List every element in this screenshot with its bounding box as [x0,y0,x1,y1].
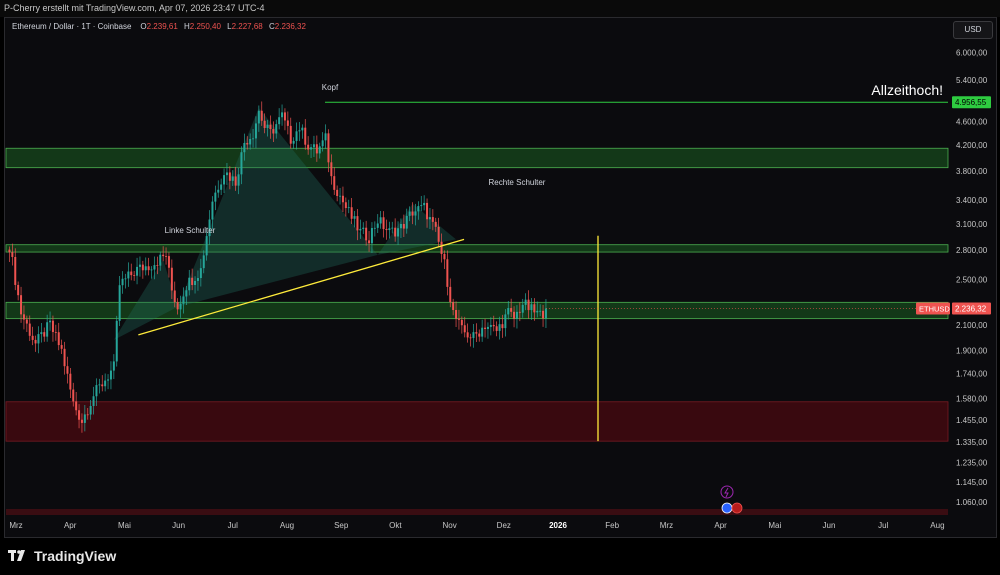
tradingview-logo[interactable]: TradingView [8,545,116,567]
ohlc-legend: Ethereum / Dollar · 1T · Coinbase O2.239… [12,22,310,31]
close-value: 2.236,32 [274,22,306,31]
chart-frame [4,17,997,538]
legend-spacer [134,22,138,31]
tradingview-brand: TradingView [34,548,117,564]
tradingview-logo-icon [8,550,25,561]
chart-credit: P-Cherry erstellt mit TradingView.com, A… [0,0,1000,17]
open-value: 2.239,61 [146,22,178,31]
symbol-title[interactable]: Ethereum / Dollar · 1T · Coinbase [12,22,131,31]
low-key: L [227,22,232,31]
footer-bar [0,538,1000,575]
open-key: O [140,22,147,31]
high-value: 2.250,40 [189,22,221,31]
low-value: 2.227,68 [231,22,263,31]
close-key: C [268,22,275,31]
currency-button[interactable]: USD [953,21,993,39]
high-key: H [184,22,190,31]
